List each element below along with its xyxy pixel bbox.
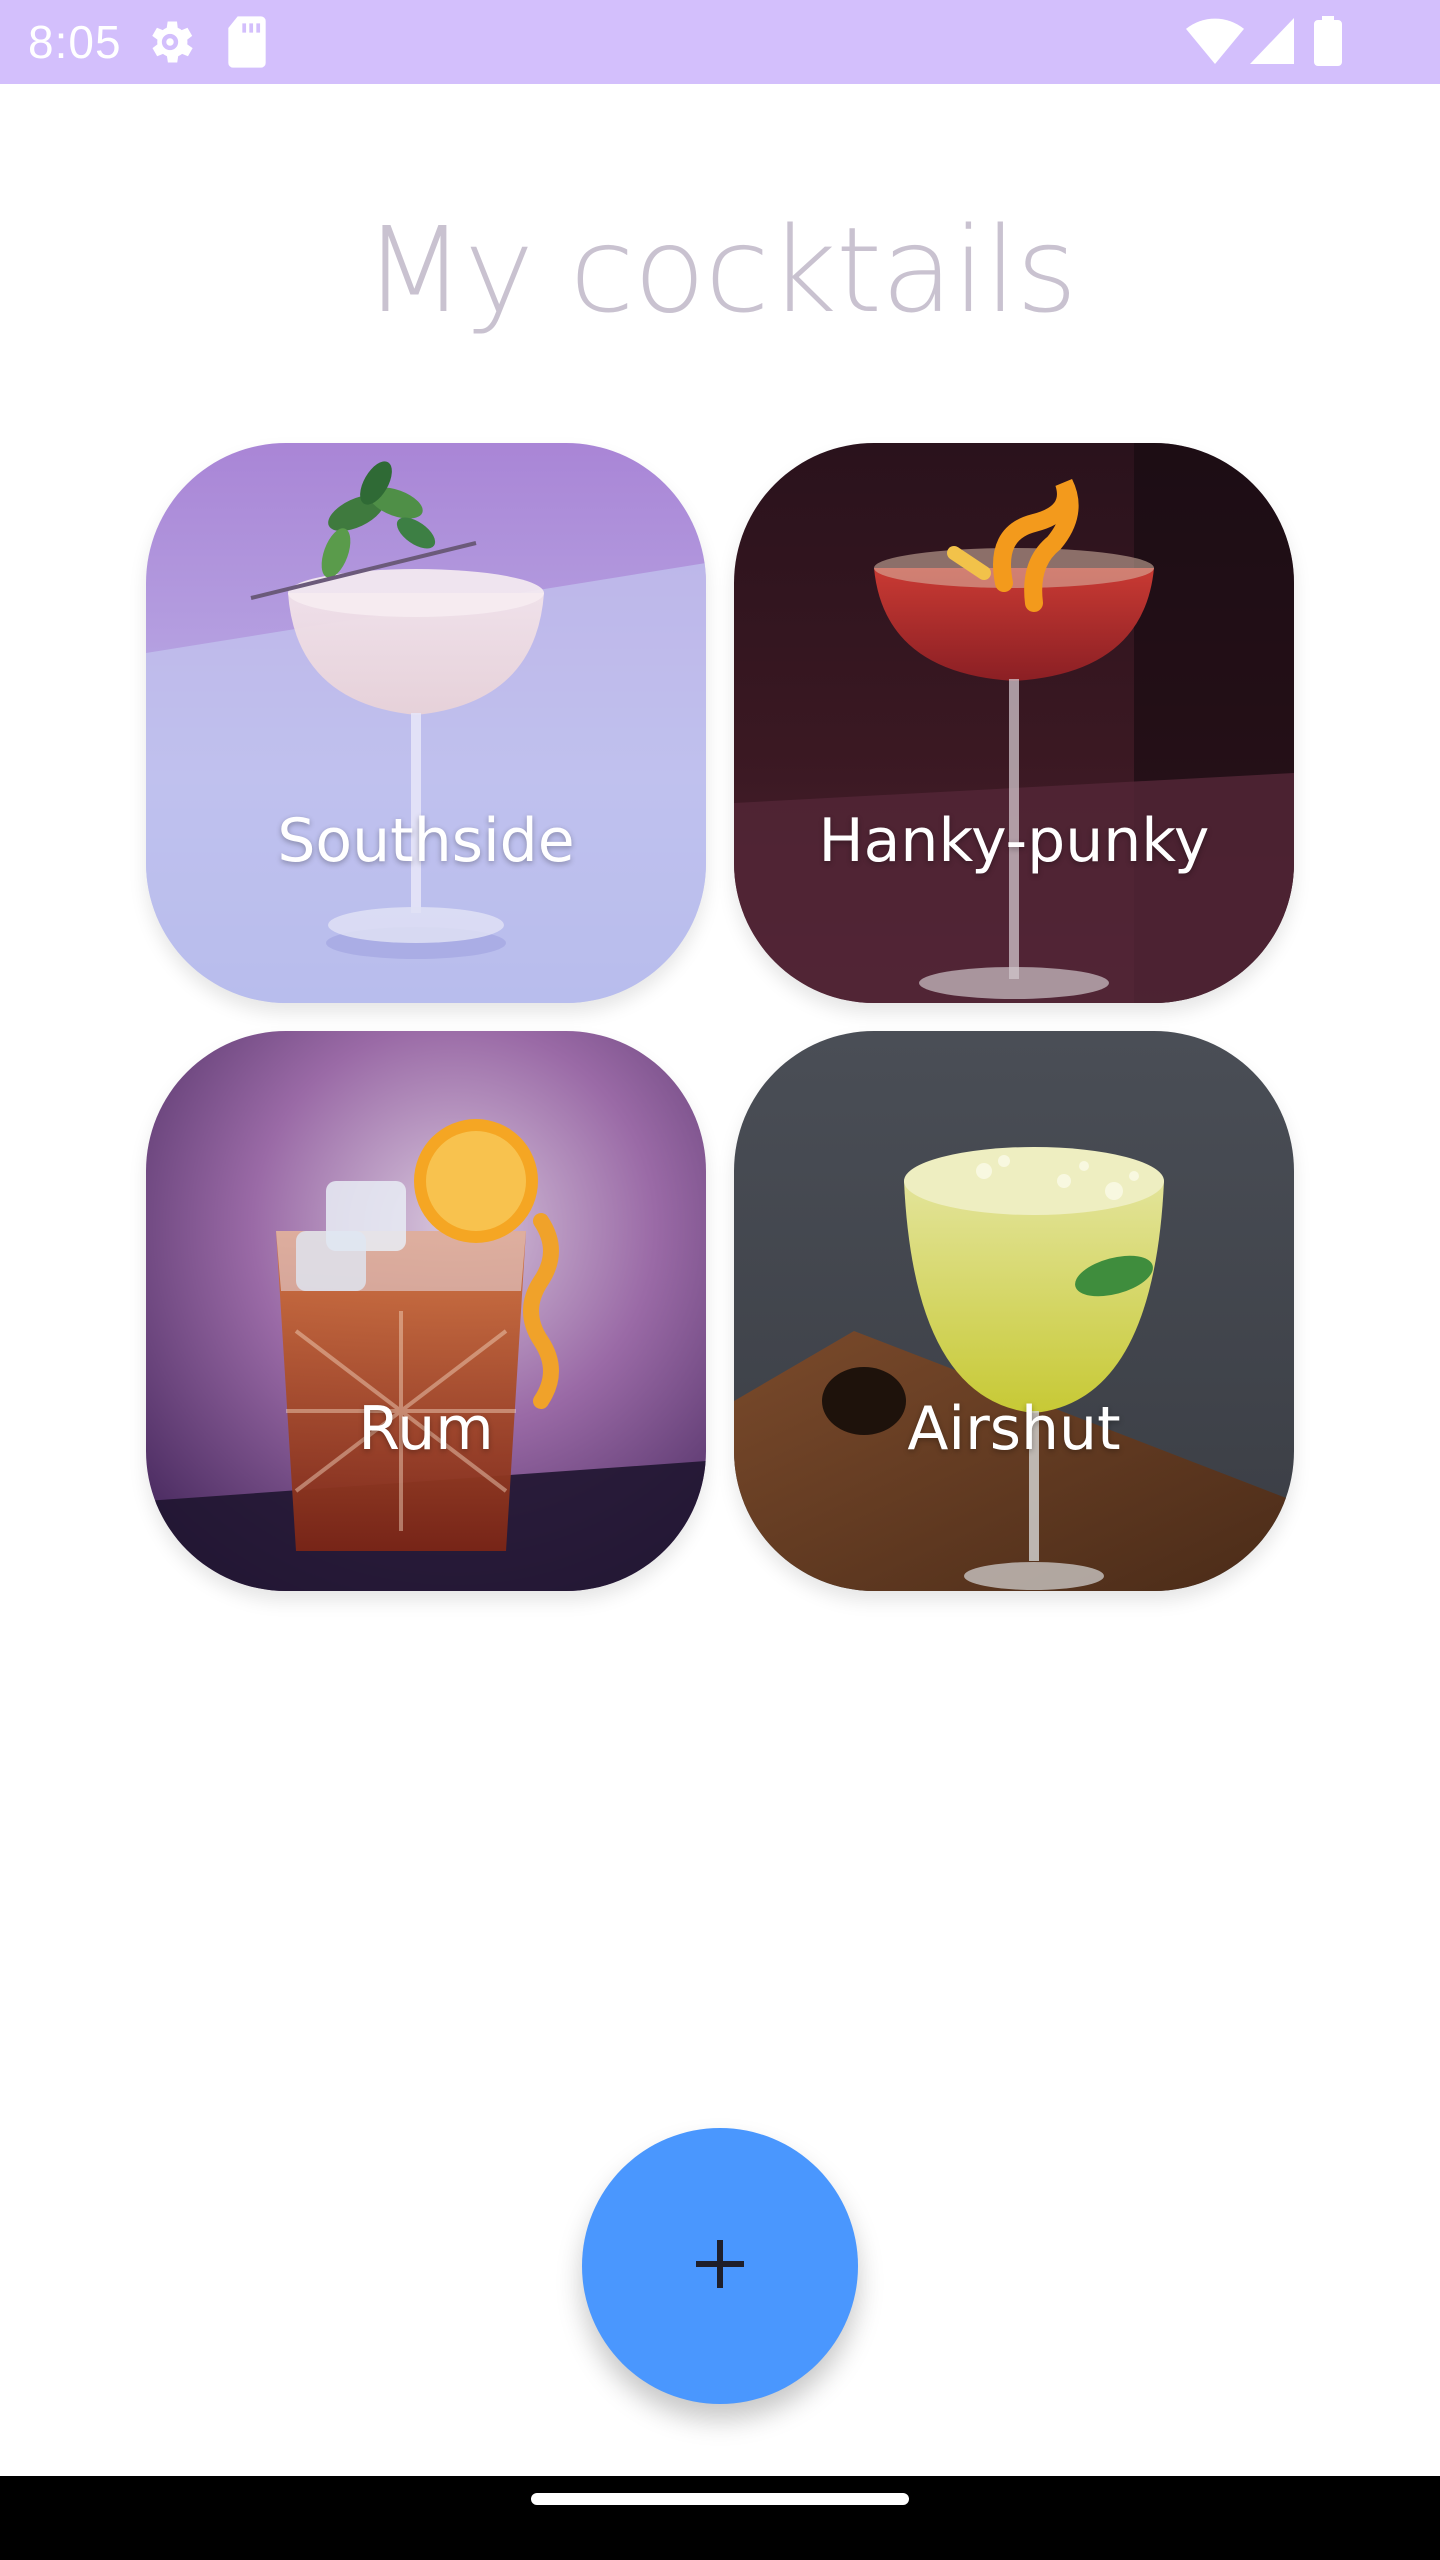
status-time: 8:05 bbox=[28, 16, 122, 68]
cocktail-image-hanky-punky bbox=[734, 443, 1294, 1003]
home-gesture-handle[interactable] bbox=[531, 2493, 909, 2505]
add-cocktail-button[interactable] bbox=[582, 2128, 858, 2404]
navigation-bar bbox=[0, 2476, 1440, 2560]
cocktail-name: Southside bbox=[277, 806, 575, 876]
plus-icon bbox=[690, 2234, 750, 2298]
battery-icon bbox=[1314, 16, 1342, 66]
cocktail-card-rum[interactable]: Rum bbox=[146, 1031, 706, 1591]
status-bar: 8:05 bbox=[0, 0, 1440, 84]
cocktail-image-airshut bbox=[734, 1031, 1294, 1591]
cocktail-name: Rum bbox=[358, 1394, 494, 1464]
cocktail-image-rum bbox=[146, 1031, 706, 1591]
page-title: My cocktails bbox=[363, 201, 1077, 339]
cocktail-image-southside bbox=[146, 443, 706, 1003]
cocktail-card-hanky-punky[interactable]: Hanky-punky bbox=[734, 443, 1294, 1003]
cocktail-card-airshut[interactable]: Airshut bbox=[734, 1031, 1294, 1591]
settings-gear-icon bbox=[142, 14, 198, 70]
sd-card-icon bbox=[222, 14, 272, 70]
cell-signal-icon bbox=[1250, 18, 1294, 64]
wifi-icon bbox=[1186, 18, 1244, 64]
cocktail-name: Airshut bbox=[907, 1394, 1121, 1464]
cocktail-name: Hanky-punky bbox=[818, 806, 1210, 876]
cocktail-card-southside[interactable]: Southside bbox=[146, 443, 706, 1003]
